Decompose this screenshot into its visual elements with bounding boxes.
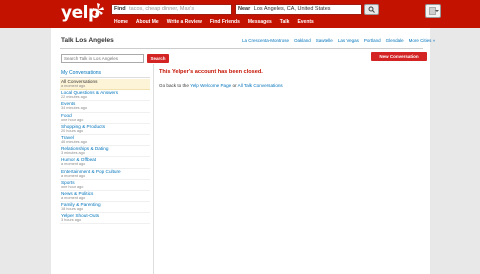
sidebar-item-local-questions[interactable]: Local Questions & Answers 22 minutes ago <box>60 90 150 102</box>
column-divider <box>153 64 154 274</box>
sidebar-item-time: 34 minutes ago <box>61 106 87 111</box>
find-placeholder: tacos, cheap dinner, Max's <box>129 6 195 12</box>
sidebar-item-time: a moment ago <box>61 195 86 200</box>
near-label: Near <box>238 6 251 12</box>
talk-search-input[interactable]: Search Talk in Los Angeles <box>61 54 144 63</box>
sidebar-item-time: 46 minutes ago <box>61 139 87 144</box>
city-links: La Crescenta-Montrose Oakland Sawtelle L… <box>242 38 435 43</box>
nav-events[interactable]: Events <box>293 18 317 27</box>
nav-write-review[interactable]: Write a Review <box>163 18 206 27</box>
find-label: Find <box>114 6 126 12</box>
sidebar-item-time: a moment ago <box>61 162 86 167</box>
sidebar-item-time: 20 hours ago <box>61 128 84 133</box>
sidebar-item-news[interactable]: News & Politics a moment ago <box>60 191 150 203</box>
sidebar-item-relationships[interactable]: Relationships & Dating 3 minutes ago <box>60 146 150 158</box>
go-back-text: Go back to the Yelp Welcome Page or All … <box>159 83 283 88</box>
all-talk-link[interactable]: All Talk Conversations <box>238 83 283 88</box>
city-link[interactable]: Oakland <box>294 38 311 43</box>
sidebar-item-time: 18 hours ago <box>61 207 84 212</box>
sidebar-item-time: one hour ago <box>61 117 84 122</box>
account-closed-message: This Yelper's account has been closed. <box>159 69 263 75</box>
sidebar-item-entertainment[interactable]: Entertainment & Pop Culture a moment ago <box>60 169 150 180</box>
city-link[interactable]: La Crescenta-Montrose <box>242 38 289 43</box>
sidebar-item-humor[interactable]: Humor & Offbeat a moment ago <box>60 157 150 169</box>
near-input[interactable]: Near Los Angeles, CA, United States <box>235 4 362 15</box>
top-header: yelp Find tacos, cheap dinner, Max's Nea… <box>0 0 480 28</box>
more-cities-link[interactable]: More Cities » <box>409 38 436 43</box>
sidebar-item-time: 22 minutes ago <box>61 95 87 100</box>
talk-search-button[interactable]: Search <box>147 54 169 63</box>
conversation-sidebar: My Conversations All Conversations a mom… <box>60 69 150 274</box>
sidebar-item-travel[interactable]: Travel 46 minutes ago <box>60 135 150 147</box>
page-title: Talk Los Angeles <box>61 37 114 44</box>
chevron-down-icon <box>435 10 439 12</box>
find-input[interactable]: Find tacos, cheap dinner, Max's <box>111 4 232 15</box>
sidebar-item-time: one hour ago <box>61 184 84 189</box>
sidebar-item-events[interactable]: Events 34 minutes ago <box>60 101 150 113</box>
sidebar-item-sports[interactable]: Sports one hour ago <box>60 180 150 191</box>
city-link[interactable]: Glendale <box>386 38 404 43</box>
nav-messages[interactable]: Messages <box>244 18 276 27</box>
nav-find-friends[interactable]: Find Friends <box>206 18 244 27</box>
header-search-button[interactable] <box>364 4 379 15</box>
nav-talk[interactable]: Talk <box>276 18 294 27</box>
or-text: or <box>232 83 237 88</box>
go-back-prefix: Go back to the <box>159 83 189 88</box>
sidebar-item-time: 3 minutes ago <box>61 151 85 156</box>
new-conversation-button[interactable]: New Conversation <box>371 52 427 61</box>
sidebar-item-all-conversations[interactable]: All Conversations a moment ago <box>60 79 150 91</box>
sidebar-item-time: a moment ago <box>61 84 86 88</box>
city-link[interactable]: Portland <box>364 38 381 43</box>
yelp-logo[interactable]: yelp <box>61 2 105 24</box>
sidebar-item-family[interactable]: Family & Parenting 18 hours ago <box>60 202 150 214</box>
title-divider <box>60 48 423 49</box>
search-icon <box>368 6 375 13</box>
sidebar-item-shopping[interactable]: Shopping & Products 20 hours ago <box>60 124 150 135</box>
content-panel: Talk Los Angeles La Crescenta-Montrose O… <box>51 28 435 274</box>
user-menu-button[interactable] <box>425 4 441 18</box>
sidebar-item-shout-outs[interactable]: Yelper Shout-Outs 3 hours ago <box>60 213 150 225</box>
sidebar-item-time: a moment ago <box>61 173 86 178</box>
yelp-burst-icon <box>92 3 104 16</box>
near-value: Los Angeles, CA, United States <box>253 6 331 12</box>
city-link[interactable]: Sawtelle <box>316 38 333 43</box>
sidebar-item-time: 3 hours ago <box>61 218 82 223</box>
city-link[interactable]: Las Vegas <box>338 38 359 43</box>
welcome-page-link[interactable]: Yelp Welcome Page <box>190 83 231 88</box>
nav-home[interactable]: Home <box>110 18 132 27</box>
my-conversations-link[interactable]: My Conversations <box>60 69 150 78</box>
category-list: All Conversations a moment ago Local Que… <box>60 79 150 225</box>
sidebar-item-food[interactable]: Food one hour ago <box>60 113 150 124</box>
nav-about-me[interactable]: About Me <box>132 18 163 27</box>
main-nav: Home About Me Write a Review Find Friend… <box>110 18 318 27</box>
